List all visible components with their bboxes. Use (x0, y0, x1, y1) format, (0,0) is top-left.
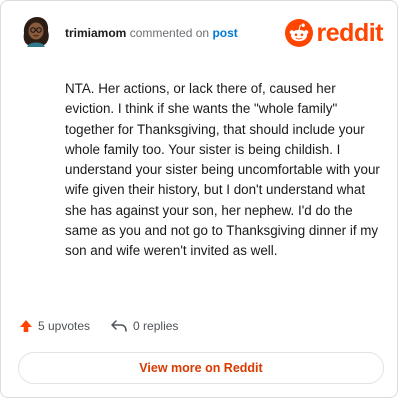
reply-arrow-icon (111, 320, 127, 332)
replies-count: 0 replies (133, 319, 179, 333)
reddit-wordmark: reddit (316, 18, 384, 47)
replies-stat[interactable]: 0 replies (110, 319, 178, 333)
upvote-arrow-icon (20, 320, 32, 332)
reddit-logo[interactable]: reddit (284, 17, 384, 49)
upvotes-stat[interactable]: 5 upvotes (19, 319, 90, 333)
upvotes-count: 5 upvotes (38, 319, 91, 333)
avatar[interactable] (18, 13, 54, 49)
comment-header: trimiamom commented on post (65, 26, 238, 40)
avatar-image (18, 13, 54, 49)
comment-embed-card: trimiamom commented on post reddit NTA. … (0, 0, 398, 398)
comment-action-text: commented on (129, 26, 210, 40)
username-link[interactable]: trimiamom (65, 26, 126, 40)
post-link[interactable]: post (212, 26, 237, 40)
comment-stats: 5 upvotes 0 replies (19, 319, 198, 333)
reddit-snoo-icon (284, 19, 313, 47)
comment-body: NTA. Her actions, or lack there of, caus… (65, 81, 380, 259)
view-more-button[interactable]: View more on Reddit (18, 352, 384, 384)
